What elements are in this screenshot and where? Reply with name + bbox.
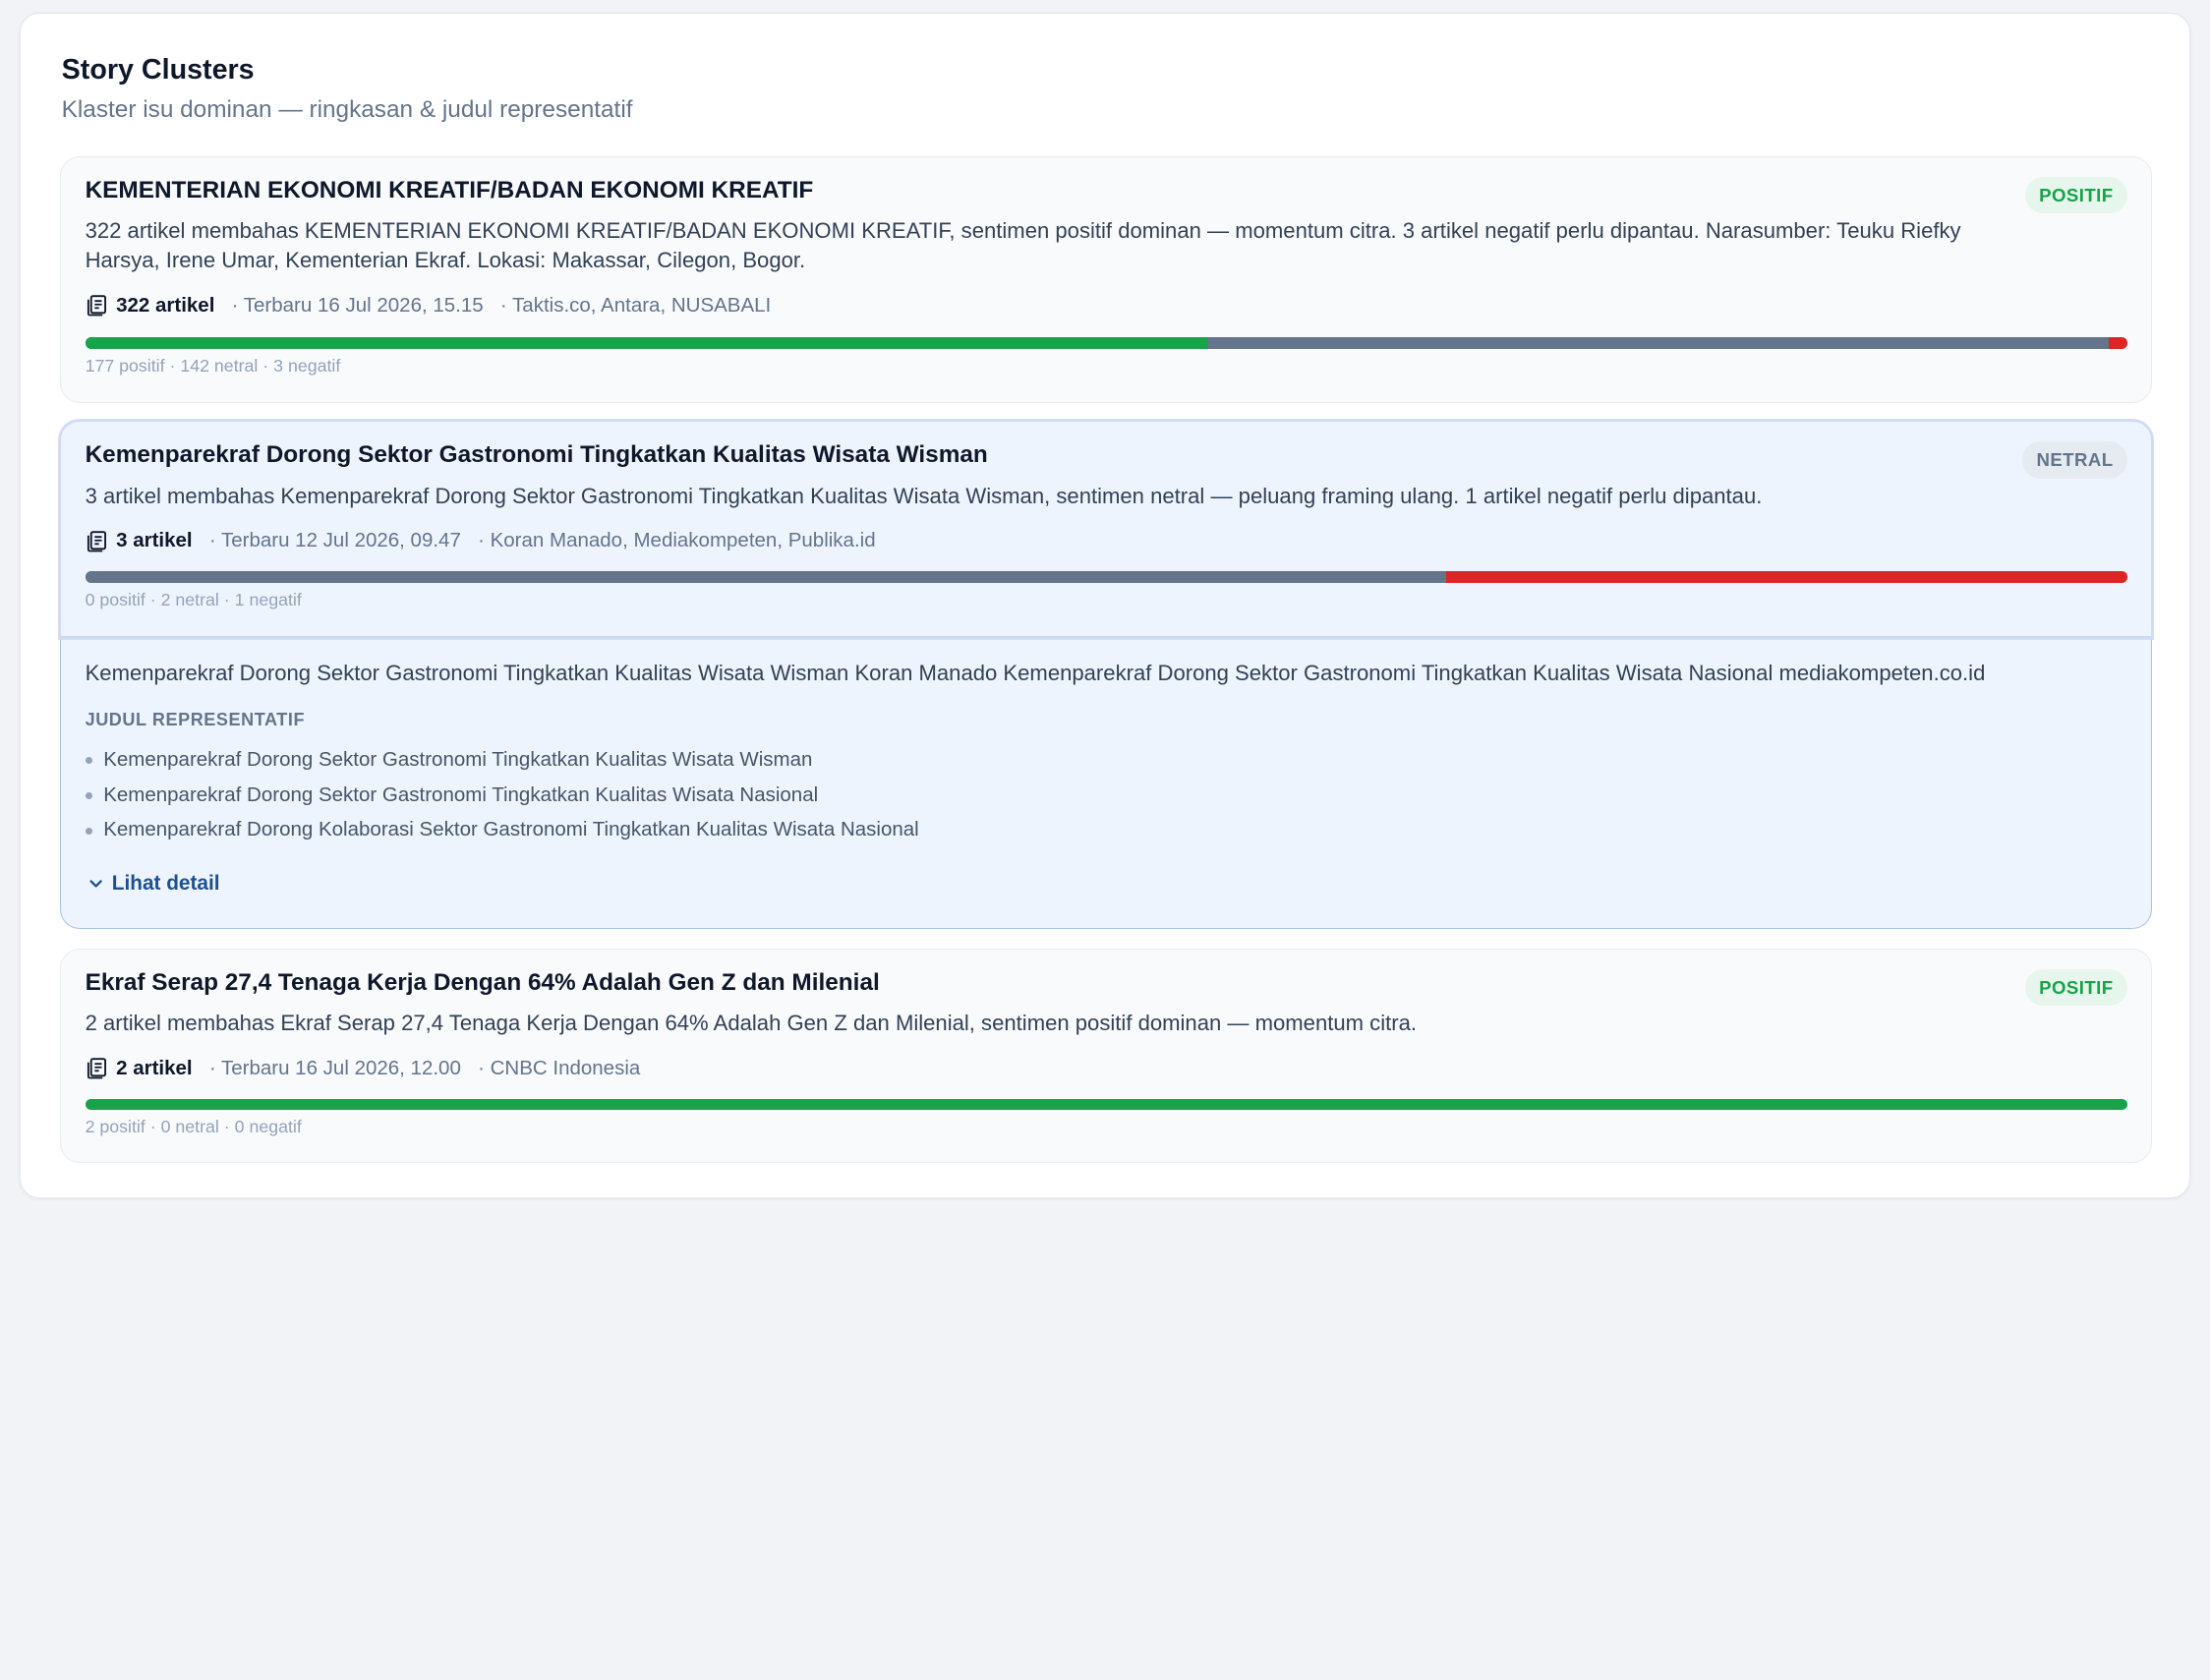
sentiment-bar-neutral [1207, 337, 2109, 349]
view-detail-link[interactable]: Lihat detail [87, 872, 220, 896]
article-count: 2 artikel [116, 1056, 193, 1079]
cluster-header[interactable]: Kemenparekraf Dorong Sektor Gastronomi T… [61, 422, 2152, 638]
cluster-summary: 2 artikel membahas Ekraf Serap 27,4 Tena… [85, 1010, 1418, 1035]
cluster-title: KEMENTERIAN EKONOMI KREATIF/BADAN EKONOM… [85, 176, 814, 203]
sentiment-bar-positive [85, 337, 1208, 349]
sentiment-caption: 177 positif · 142 netral · 3 negatif [85, 355, 341, 376]
sentiment-badge: POSITIF [2024, 176, 2127, 214]
representative-titles-label: JUDUL REPRESENTATIF [85, 709, 306, 729]
sentiment-bar-negative [2108, 337, 2127, 349]
bullet-icon [85, 756, 92, 765]
sentiment-caption: 0 positif · 2 netral · 1 negatif [85, 589, 302, 609]
list-item: Kemenparekraf Dorong Kolaborasi Sektor G… [85, 813, 919, 848]
sentiment-bar [85, 571, 2127, 583]
sentiment-badge: NETRAL [2022, 441, 2127, 479]
panel-subtitle: Klaster isu dominan — ringkasan & judul … [61, 96, 633, 124]
bullet-icon [85, 791, 92, 799]
latest-date: · Terbaru 12 Jul 2026, 09.47 [208, 529, 461, 552]
chevron-down-icon [89, 880, 103, 888]
document-icon [87, 295, 106, 317]
cluster-card[interactable]: KEMENTERIAN EKONOMI KREATIF/BADAN EKONOM… [60, 155, 2153, 403]
latest-date: · Terbaru 16 Jul 2026, 12.00 [208, 1056, 461, 1079]
cluster-title: Kemenparekraf Dorong Sektor Gastronomi T… [85, 441, 988, 469]
document-icon [87, 1058, 106, 1079]
sources: · Koran Manado, Mediakompeten, Publika.i… [478, 529, 876, 552]
cluster-meta: 3 artikel · Terbaru 12 Jul 2026, 09.47 ·… [86, 529, 876, 552]
cluster-summary: 322 artikel membahas KEMENTERIAN EKONOMI… [85, 217, 1961, 273]
document-icon [87, 531, 106, 552]
list-item: Kemenparekraf Dorong Sektor Gastronomi T… [85, 778, 919, 813]
sentiment-badge: POSITIF [2024, 968, 2127, 1006]
cluster-header[interactable]: Ekraf Serap 27,4 Tenaga Kerja Dengan 64%… [61, 950, 2151, 1162]
bullet-icon [85, 827, 92, 835]
cluster-summary: 3 artikel membahas Kemenparekraf Dorong … [85, 483, 1763, 508]
list-item: Kemenparekraf Dorong Sektor Gastronomi T… [85, 742, 919, 778]
sources: · Taktis.co, Antara, NUSABALI [499, 293, 772, 317]
sentiment-bar [85, 337, 2127, 349]
article-count: 3 artikel [116, 529, 193, 552]
cluster-detail: Kemenparekraf Dorong Sektor Gastronomi T… [61, 636, 2151, 927]
cluster-header[interactable]: KEMENTERIAN EKONOMI KREATIF/BADAN EKONOM… [61, 157, 2151, 402]
cluster-card-expanded[interactable]: Kemenparekraf Dorong Sektor Gastronomi T… [60, 421, 2153, 929]
cluster-card[interactable]: Ekraf Serap 27,4 Tenaga Kerja Dengan 64%… [60, 948, 2153, 1163]
latest-date: · Terbaru 16 Jul 2026, 15.15 [231, 293, 484, 317]
cluster-title: Ekraf Serap 27,4 Tenaga Kerja Dengan 64%… [85, 968, 880, 996]
sentiment-bar [85, 1098, 2127, 1111]
article-count: 322 artikel [116, 293, 215, 317]
sentiment-bar-negative [1446, 571, 2127, 583]
sources: · CNBC Indonesia [478, 1056, 641, 1079]
cluster-meta: 2 artikel · Terbaru 16 Jul 2026, 12.00 ·… [86, 1056, 641, 1080]
story-clusters-panel: Story Clusters Klaster isu dominan — rin… [20, 12, 2190, 1199]
cluster-meta: 322 artikel · Terbaru 16 Jul 2026, 15.15… [86, 293, 772, 318]
sentiment-bar-positive [85, 1098, 2127, 1111]
panel-title: Story Clusters [61, 54, 255, 87]
detail-text: Kemenparekraf Dorong Sektor Gastronomi T… [85, 660, 1986, 685]
representative-titles-list: Kemenparekraf Dorong Sektor Gastronomi T… [85, 742, 919, 848]
sentiment-bar-neutral [85, 571, 1447, 583]
sentiment-caption: 2 positif · 0 netral · 0 negatif [85, 1117, 302, 1137]
